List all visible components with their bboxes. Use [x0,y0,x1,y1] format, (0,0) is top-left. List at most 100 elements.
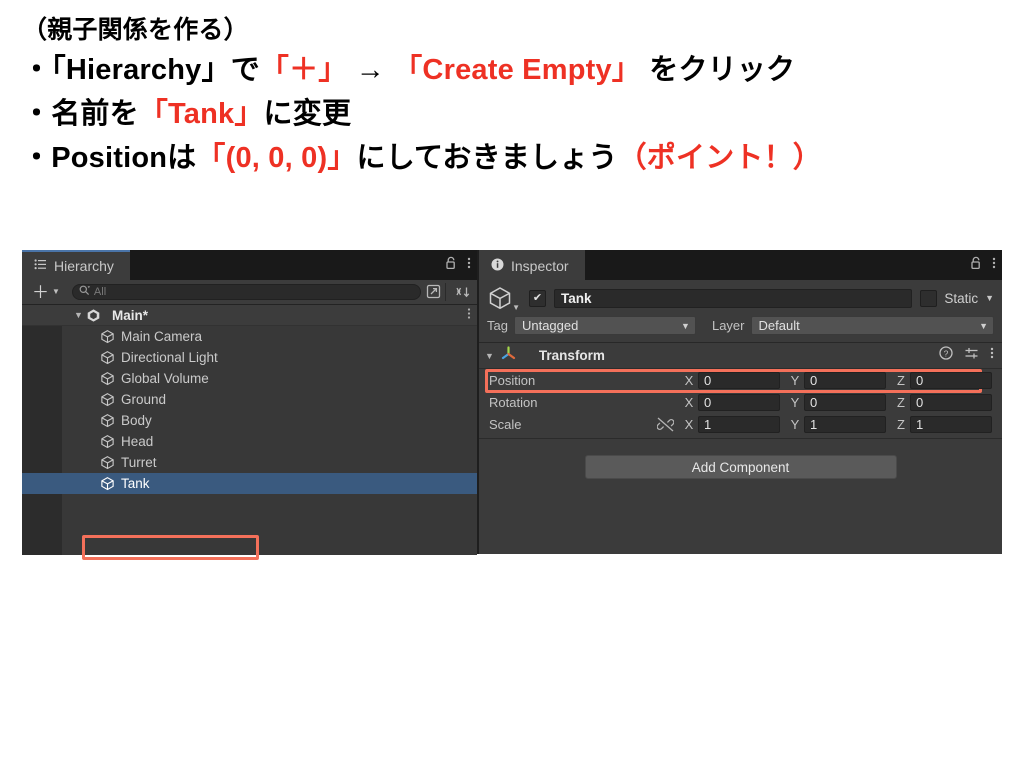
hierarchy-item-turret[interactable]: Turret [22,452,477,473]
rotation-z-input[interactable]: 0 [910,393,992,411]
hierarchy-scene-label: Main* [112,307,149,323]
axis-y-group: Y0 [786,393,892,411]
slide-line-1: （親子関係を作る） [22,16,249,44]
hierarchy-item-label: Turret [121,455,157,470]
object-name-field[interactable]: Tank [554,288,913,308]
slide-line-3-tank: 「Tank」 [138,98,264,130]
gameobject-cube-icon [100,434,115,449]
hierarchy-toolbar: ＋ ▼ All [22,280,477,305]
inspector-object-row: ▼ ✔ Tank Static ▼ [487,285,994,312]
slide-line-3-part-c: に変更 [263,98,352,130]
layer-value: Default [758,318,800,333]
hierarchy-item-global-volume[interactable]: Global Volume [22,368,477,389]
static-checkbox[interactable] [920,289,938,307]
hierarchy-item-head[interactable]: Head [22,431,477,452]
chevron-down-icon[interactable]: ▼ [512,303,520,312]
transform-component-header[interactable]: ▼ Transform ? [479,343,1002,369]
axis-z-group: Z0 [892,393,998,411]
tab-hierarchy[interactable]: Hierarchy [22,250,130,280]
tab-hierarchy-label: Hierarchy [54,258,114,274]
add-gameobject-button[interactable]: ＋ ▼ [28,284,64,301]
slide-line-2-arrow: → [347,54,394,86]
hierarchy-tree: ▼ Main* Main Camera Directional Light Gl… [22,305,477,560]
transform-row-position: Position X 0 Y 0 Z 0 [479,369,1002,391]
slide-line-3: ・名前を「Tank」に変更 [22,92,1002,136]
kebab-menu-icon[interactable] [467,256,471,275]
position-x-input[interactable]: 0 [698,371,780,389]
add-component-button[interactable]: Add Component [584,455,897,479]
lock-icon[interactable] [970,256,982,275]
chevron-down-icon[interactable]: ▼ [74,310,83,320]
gameobject-cube-icon [100,413,115,428]
rotation-y-input[interactable]: 0 [804,393,886,411]
inspector-tabbar: Inspector [479,250,1002,280]
axis-y-label: Y [790,416,800,432]
axis-y-label: Y [790,372,800,388]
hierarchy-item-label: Head [121,434,154,449]
sort-alphabetical-icon[interactable] [448,284,477,301]
gameobject-cube-icon [100,476,115,491]
transform-axis-fields: X0Y0Z0 [680,393,998,411]
static-control[interactable]: Static ▼ [920,289,994,307]
svg-text:?: ? [944,348,949,358]
hierarchy-scene-row[interactable]: ▼ Main* [22,305,477,326]
search-input[interactable]: All [71,284,421,300]
slide-line-2: ・「Hierarchy」で「＋」 → 「Create Empty」 をクリック [22,48,1002,92]
axis-z-group: Z1 [892,415,998,433]
hierarchy-item-directional-light[interactable]: Directional Light [22,347,477,368]
transform-row-scale: Scale X1Y1Z1 [479,413,1002,435]
hierarchy-item-body[interactable]: Body [22,410,477,431]
transform-axis-fields: X1Y1Z1 [680,415,998,433]
transform-row-label: Scale [489,416,522,432]
kebab-menu-icon[interactable] [992,256,996,275]
chevron-down-icon[interactable]: ▼ [985,293,994,303]
axis-x-label: X [684,394,694,410]
position-y-input[interactable]: 0 [804,371,886,389]
transform-rows: Position X 0 Y 0 Z 0 Rotation X 0 Y 0 Z 0 Scale X1Y1Z1 [479,369,1002,435]
toolbar-divider [445,283,446,301]
slide-line-4-point: （ポイント！） [617,142,822,174]
lock-icon[interactable] [445,256,457,275]
tag-value: Untagged [521,318,579,333]
scale-x-input[interactable]: 1 [698,415,780,433]
hierarchy-item-label: Tank [121,476,150,491]
transform-title: Transform [538,348,605,363]
hierarchy-item-main-camera[interactable]: Main Camera [22,326,477,347]
chevron-down-icon: ▼ [979,320,988,331]
position-z-input[interactable]: 0 [910,371,992,389]
kebab-menu-icon[interactable] [467,307,471,323]
axis-x-group: X1 [680,415,786,433]
transform-row-label: Position [489,372,536,388]
rotation-x-input[interactable]: 0 [698,393,780,411]
kebab-menu-icon[interactable] [990,346,994,365]
slide-line-4-part-c: にしておきましょう [356,142,618,174]
slide-text-block: （親子関係を作る） ・「Hierarchy」で「＋」 → 「Create Emp… [22,12,1002,180]
transform-row-rotation: Rotation X 0 Y 0 Z 0 [479,391,1002,413]
open-in-window-icon[interactable] [425,283,443,301]
gameobject-cube-icon [100,392,115,407]
preset-sliders-icon[interactable] [964,346,979,366]
gameobject-cube-icon[interactable]: ▼ [487,285,521,312]
scale-z-input[interactable]: 1 [910,415,992,433]
layer-dropdown[interactable]: Default ▼ [750,316,994,335]
info-icon [491,258,504,274]
hierarchy-item-label: Main Camera [121,329,203,344]
axis-x-label: X [684,372,694,388]
hierarchy-tab-icons [445,250,471,280]
tag-label: Tag [487,318,508,333]
hierarchy-item-label: Ground [121,392,167,407]
axis-y-label: Y [790,394,800,410]
tag-dropdown[interactable]: Untagged ▼ [513,316,696,335]
broken-link-icon[interactable] [657,417,674,432]
gameobject-cube-icon [100,329,115,344]
scale-y-input[interactable]: 1 [804,415,886,433]
search-input-placeholder: All [93,286,107,298]
slide-line-3-part-a: ・名前を [22,98,139,130]
hierarchy-item-tank[interactable]: Tank [22,473,477,494]
hierarchy-item-ground[interactable]: Ground [22,389,477,410]
tab-inspector[interactable]: Inspector [479,250,585,280]
tab-inspector-label: Inspector [511,258,569,274]
object-enabled-checkbox[interactable]: ✔ [529,289,546,307]
chevron-down-icon[interactable]: ▼ [485,351,494,361]
help-circle-icon[interactable]: ? [939,346,953,365]
